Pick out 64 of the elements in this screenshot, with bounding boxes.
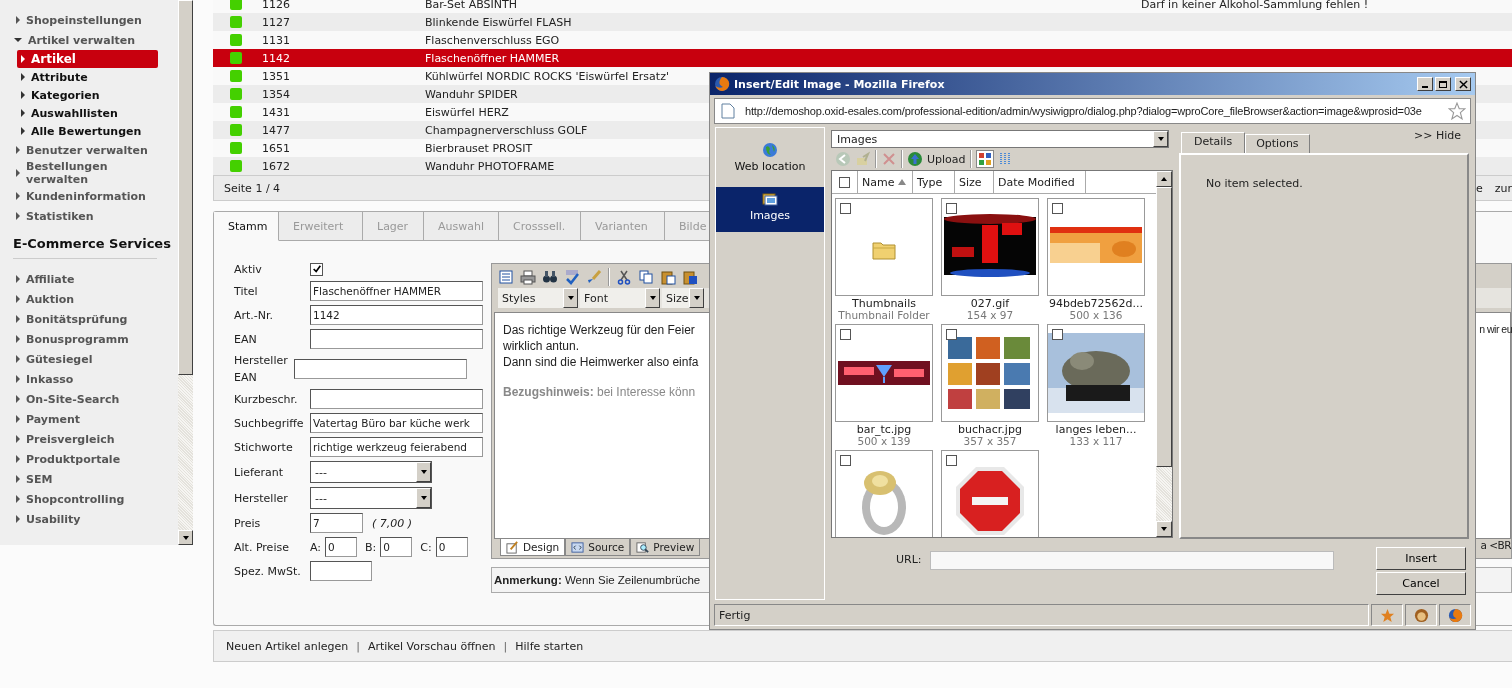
paragraph: Bezugshinweis: bei Interesse könn [503,385,696,401]
table-cell: Champagnerverschluss GOLF [425,123,588,137]
table-cell: 1354 [262,87,290,101]
file-name: 027.gif [970,298,1010,310]
paragraph: Dann sind die Heimwerker also einfa [503,355,699,371]
separator: | [356,639,360,653]
window-title: Insert/Edit Image - Mozilla Firefox [734,77,945,91]
table-cell: 1672 [262,159,290,173]
separator: | [503,639,508,653]
file-info: 133 x 117 [1069,436,1123,447]
file-info: 154 x 97 [966,310,1014,321]
file-info: 500 x 139 [857,436,911,447]
table-cell: Eiswürfel HERZ [425,105,509,119]
table-cell: Flaschenöffner HAMMER [425,51,560,65]
table-cell: Blinkende Eiswürfel FLASH [425,15,572,29]
file-info: Thumbnail Folder [838,310,930,321]
field-label: Preis [234,516,262,530]
table-cell: 1651 [262,141,290,155]
field-label: A: [310,540,322,554]
empty-message: No item selected. [1206,177,1303,190]
field-label: Aktiv [234,262,263,276]
file-name: bar_tc.jpg [856,424,912,436]
paragraph: Das richtige Werkzeug für den Feier [503,323,695,339]
paragraph: a <BR [1480,539,1511,553]
field-label: Hersteller [234,491,289,505]
page-indicator: Seite 1 / 4 [224,181,281,195]
field-label: EAN [234,332,258,346]
table-cell: 1127 [262,15,290,29]
field-label: Titel [234,284,259,298]
field-label: B: [365,540,377,554]
table-cell: 1126 [262,0,290,11]
file-info: 500 x 136 [1069,310,1123,321]
field-label: Suchbegriffe [234,416,305,430]
field-label: Lieferant [234,465,285,479]
paragraph: n wir eu [1479,323,1512,337]
field-label: Spez. MwSt. [234,564,302,578]
table-cell: 1142 [262,51,290,65]
table-cell: Wanduhr SPIDER [425,87,518,101]
table-cell: Kühlwürfel NORDIC ROCKS 'Eiswürfel Ersatz' [425,69,669,83]
paragraph: wirklich antun. [503,339,580,355]
field-label: Art.-Nr. [234,308,275,322]
table-cell: Bar-Set ABSINTH [425,0,517,11]
table-cell: 1431 [262,105,290,119]
field-label: Alt. Preise [234,540,290,554]
field-label: Hersteller EAN [234,353,289,386]
field-label: Kurzbeschr. [234,392,299,406]
table-cell: Flaschenverschluss EGO [425,33,560,47]
file-info: 357 x 357 [963,436,1017,447]
field-label: Stichworte [234,440,294,454]
file-name: langes leben... [1055,424,1137,436]
table-cell: Darf in keiner Alkohol-Sammlung fehlen ! [1141,0,1369,11]
field-label: URL: [896,553,922,566]
file-name: buchacr.jpg [958,424,1022,436]
table-cell: 1351 [262,69,290,83]
file-name: Thumbnails [852,298,916,310]
status-text: Fertig [714,604,1369,626]
table-cell: 1477 [262,123,290,137]
price-note: ( 7,00 ) [372,516,413,530]
table-cell: Wanduhr PHOTOFRAME [425,159,555,173]
file-name: 94bdeb72562d... [1048,298,1144,310]
field-label: C: [420,540,432,554]
table-cell: Bierbrauset PROSIT [425,141,533,155]
table-cell: 1131 [262,33,290,47]
section-heading: E-Commerce Services [13,235,172,253]
